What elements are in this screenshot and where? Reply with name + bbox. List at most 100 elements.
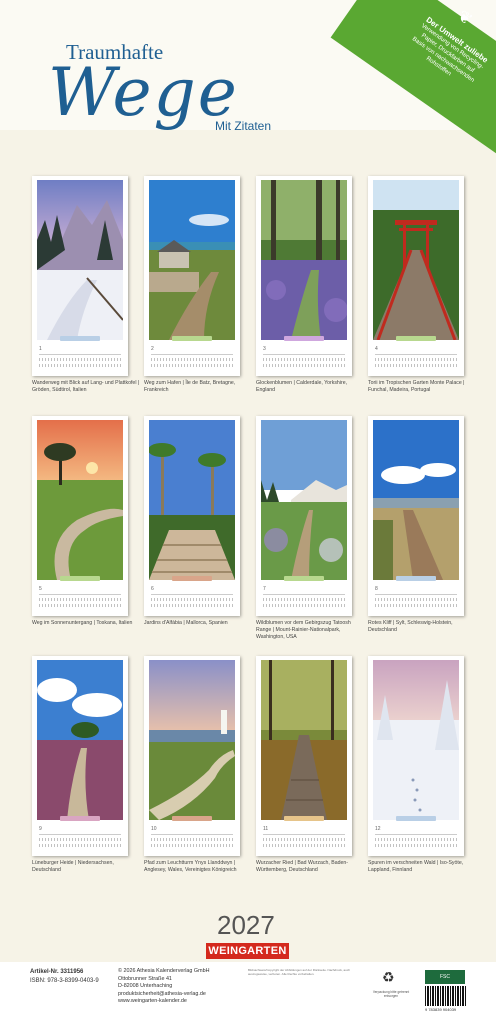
month-photo bbox=[37, 660, 123, 820]
month-chip bbox=[172, 816, 212, 821]
brand-logo: WEINGARTEN bbox=[206, 943, 289, 959]
month-number: 8 bbox=[375, 586, 378, 592]
barcode bbox=[425, 986, 467, 1006]
month-card: 3 Glockenblumen | Calderdale, Yorkshire,… bbox=[256, 176, 352, 393]
month-calendar: 10 bbox=[151, 826, 233, 847]
month-chip bbox=[396, 336, 436, 341]
month-number: 11 bbox=[263, 826, 269, 832]
month-caption: Weg zum Hafen | Île de Batz, Bretagne, F… bbox=[144, 380, 236, 393]
month-calendar: 2 bbox=[151, 346, 233, 367]
month-calendar: 11 bbox=[263, 826, 345, 847]
month-calendar: 6 bbox=[151, 586, 233, 607]
month-sheet: 11 bbox=[256, 656, 352, 856]
month-card: 12 Spuren im verschneiten Wald | Iso-Syö… bbox=[368, 656, 464, 873]
month-card: 4 Torii im Tropischen Garten Monte Palac… bbox=[368, 176, 465, 393]
month-sheet: 4 bbox=[368, 176, 464, 376]
month-number: 9 bbox=[39, 826, 42, 832]
month-chip bbox=[172, 336, 212, 341]
address-line: D-82008 Unterhaching bbox=[118, 983, 173, 989]
month-calendar: 5 bbox=[39, 586, 121, 607]
address-line: © 2026 Athesia Kalenderverlag GmbH bbox=[118, 968, 210, 974]
month-sheet: 5 bbox=[32, 416, 128, 616]
month-calendar: 4 bbox=[375, 346, 457, 367]
month-calendar: 12 bbox=[375, 826, 457, 847]
calendar-year: 2027 bbox=[217, 910, 275, 940]
month-photo bbox=[373, 660, 459, 820]
month-calendar: 7 bbox=[263, 586, 345, 607]
month-photo bbox=[373, 180, 459, 340]
month-photo bbox=[149, 420, 235, 580]
month-sheet: 9 bbox=[32, 656, 128, 856]
month-chip bbox=[284, 576, 324, 581]
month-caption: Spuren im verschneiten Wald | Iso-Syöte,… bbox=[368, 860, 464, 873]
month-number: 10 bbox=[151, 826, 157, 832]
month-card: 6 Jardins d'Alfàbia | Mallorca, Spanien bbox=[144, 416, 240, 626]
barcode-number: 9 783839 904039 bbox=[425, 1007, 457, 1012]
month-caption: Jardins d'Alfàbia | Mallorca, Spanien bbox=[144, 620, 228, 626]
address-line: www.weingarten-kalender.de bbox=[118, 998, 187, 1004]
month-photo bbox=[261, 420, 347, 580]
month-photo bbox=[149, 660, 235, 820]
month-photo bbox=[261, 180, 347, 340]
fine-print: Bildnachweis/Copyright der Abbildungen a… bbox=[248, 968, 351, 976]
title-subtitle: Mit Zitaten bbox=[215, 119, 272, 133]
month-chip bbox=[60, 576, 100, 581]
month-number: 2 bbox=[151, 346, 154, 352]
month-sheet: 1 bbox=[32, 176, 128, 376]
month-caption: Rotes Kliff | Sylt, Schleswig-Holstein, … bbox=[368, 620, 453, 633]
month-caption: Pfad zum Leuchtturm Ynys Llanddwyn | Ang… bbox=[144, 860, 237, 873]
month-sheet: 3 bbox=[256, 176, 352, 376]
month-calendar: 9 bbox=[39, 826, 121, 847]
month-card: 2 Weg zum Hafen | Île de Batz, Bretagne,… bbox=[144, 176, 240, 393]
month-caption: Glockenblumen | Calderdale, Yorkshire, E… bbox=[256, 380, 348, 393]
month-sheet: 2 bbox=[144, 176, 240, 376]
month-calendar: 1 bbox=[39, 346, 121, 367]
month-photo bbox=[37, 420, 123, 580]
month-caption: Lüneburger Heide | Niedersachsen, Deutsc… bbox=[32, 860, 114, 873]
month-chip bbox=[284, 336, 324, 341]
footer: Artikel-Nr. 3311956 ISBN: 978-3-8399-040… bbox=[0, 962, 496, 1020]
title-main: Wege bbox=[48, 54, 239, 131]
month-caption: Weg im Sonnenuntergang | Toskana, Italie… bbox=[32, 620, 133, 626]
month-sheet: 10 bbox=[144, 656, 240, 856]
fsc-logo: FSC bbox=[425, 970, 465, 984]
month-card: 9 Lüneburger Heide | Niedersachsen, Deut… bbox=[32, 656, 128, 873]
leaf-icon: ❦ bbox=[454, 7, 475, 30]
month-card: 7 Wildblumen vor dem Gebirgszug Tatoosh … bbox=[256, 416, 352, 640]
month-chip bbox=[284, 816, 324, 821]
month-chip bbox=[60, 336, 100, 341]
month-number: 12 bbox=[375, 826, 381, 832]
month-number: 6 bbox=[151, 586, 154, 592]
month-chip bbox=[396, 816, 436, 821]
address-line: produktsicherheit@athesia-verlag.de bbox=[118, 990, 206, 997]
month-photo bbox=[37, 180, 123, 340]
isbn: ISBN: 978-3-8399-0403-9 bbox=[30, 978, 99, 984]
month-calendar: 8 bbox=[375, 586, 457, 607]
publisher-address: © 2026 Athesia Kalenderverlag GmbH Ottob… bbox=[118, 968, 209, 1006]
month-chip bbox=[396, 576, 436, 581]
month-caption: Wanderweg mit Blick auf Lang- und Plattk… bbox=[32, 380, 140, 393]
month-card: 1 Wanderweg mit Blick auf Lang- und Plat… bbox=[32, 176, 139, 393]
month-sheet: 6 bbox=[144, 416, 240, 616]
month-calendar: 3 bbox=[263, 346, 345, 367]
month-number: 7 bbox=[263, 586, 266, 592]
recycle-text: Verpackung bitte getrennt entsorgen bbox=[372, 990, 410, 998]
month-chip bbox=[172, 576, 212, 581]
month-chip bbox=[60, 816, 100, 821]
month-sheet: 12 bbox=[368, 656, 464, 856]
month-sheet: 7 bbox=[256, 416, 352, 616]
month-photo bbox=[261, 660, 347, 820]
month-number: 3 bbox=[263, 346, 266, 352]
month-caption: Torii im Tropischen Garten Monte Palace … bbox=[368, 380, 465, 393]
month-card: 11 Wurzacher Ried | Bad Wurzach, Baden-W… bbox=[256, 656, 352, 873]
article-number: Artikel-Nr. 3311956 bbox=[30, 969, 84, 975]
month-number: 4 bbox=[375, 346, 378, 352]
month-card: 10 Pfad zum Leuchtturm Ynys Llanddwyn | … bbox=[144, 656, 240, 873]
month-card: 8 Rotes Kliff | Sylt, Schleswig-Holstein… bbox=[368, 416, 464, 633]
month-photo bbox=[373, 420, 459, 580]
recycle-icon: ♻ bbox=[382, 969, 395, 985]
month-caption: Wildblumen vor dem Gebirgszug Tatoosh Ra… bbox=[256, 620, 351, 640]
month-number: 5 bbox=[39, 586, 42, 592]
address-line: Ottobrunner Straße 41 bbox=[118, 975, 172, 982]
month-card: 5 Weg im Sonnenuntergang | Toskana, Ital… bbox=[32, 416, 132, 626]
